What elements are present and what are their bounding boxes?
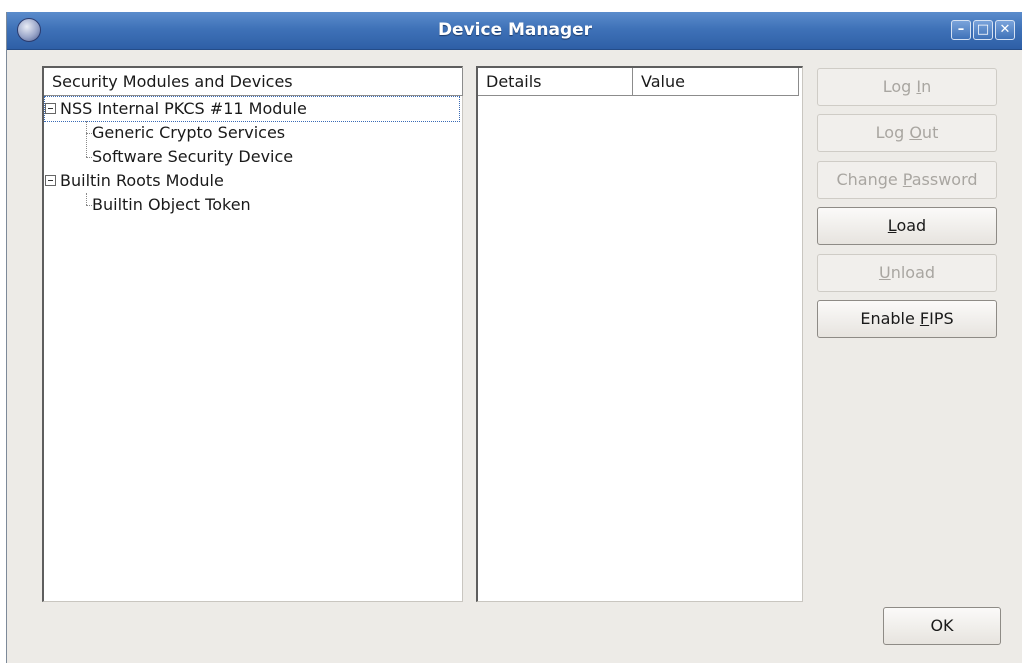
unload-button[interactable]: Unload [817,254,997,292]
modules-tree-panel[interactable]: Security Modules and Devices NSS Interna… [42,66,463,602]
device-manager-window: Device Manager – □ ✕ Security Modules an… [6,12,1022,663]
button-label: Change [836,170,903,189]
button-label: Log [875,123,910,142]
tree-item-label: Software Security Device [92,147,294,166]
tree-item-generic-crypto[interactable]: Generic Crypto Services [92,121,285,145]
button-label: nload [890,263,936,282]
mnemonic: O [909,123,922,142]
modules-column-header[interactable]: Security Modules and Devices [44,68,463,96]
button-label: Log [882,77,917,96]
mnemonic: F [919,309,930,328]
mnemonic: U [878,263,891,282]
minimize-icon[interactable]: – [951,20,971,40]
collapse-icon[interactable] [45,103,56,114]
tree-item-label: NSS Internal PKCS #11 Module [60,99,307,118]
button-label: oad [896,216,927,235]
mnemonic: P [902,170,912,189]
button-label: assword [911,170,978,189]
button-label: ut [921,123,939,142]
button-label: n [921,77,932,96]
button-label: Enable [860,309,920,328]
tree-item-builtin-roots[interactable]: Builtin Roots Module [45,169,224,193]
window-title: Device Manager [437,20,593,40]
tree-item-label: Builtin Roots Module [60,171,224,190]
log-out-button[interactable]: Log Out [817,114,997,152]
title-bar[interactable]: Device Manager – □ ✕ [7,12,1022,50]
collapse-icon[interactable] [45,175,56,186]
tree-item-software-security[interactable]: Software Security Device [92,145,293,169]
log-in-button[interactable]: Log In [817,68,997,106]
ok-button[interactable]: OK [883,607,1001,645]
tree-item-label: Generic Crypto Services [92,123,286,142]
details-panel[interactable]: Details Value [476,66,803,602]
change-password-button[interactable]: Change Password [817,161,997,199]
tree-item-builtin-object-token[interactable]: Builtin Object Token [92,193,251,217]
tree-item-label: Builtin Object Token [92,195,251,214]
maximize-icon[interactable]: □ [973,20,993,40]
value-column-header[interactable]: Value [633,68,799,96]
close-icon[interactable]: ✕ [995,20,1015,40]
details-column-header[interactable]: Details [478,68,633,96]
tree-item-nss-internal[interactable]: NSS Internal PKCS #11 Module [44,96,460,122]
button-label: IPS [929,309,954,328]
load-button[interactable]: Load [817,207,997,245]
enable-fips-button[interactable]: Enable FIPS [817,300,997,338]
